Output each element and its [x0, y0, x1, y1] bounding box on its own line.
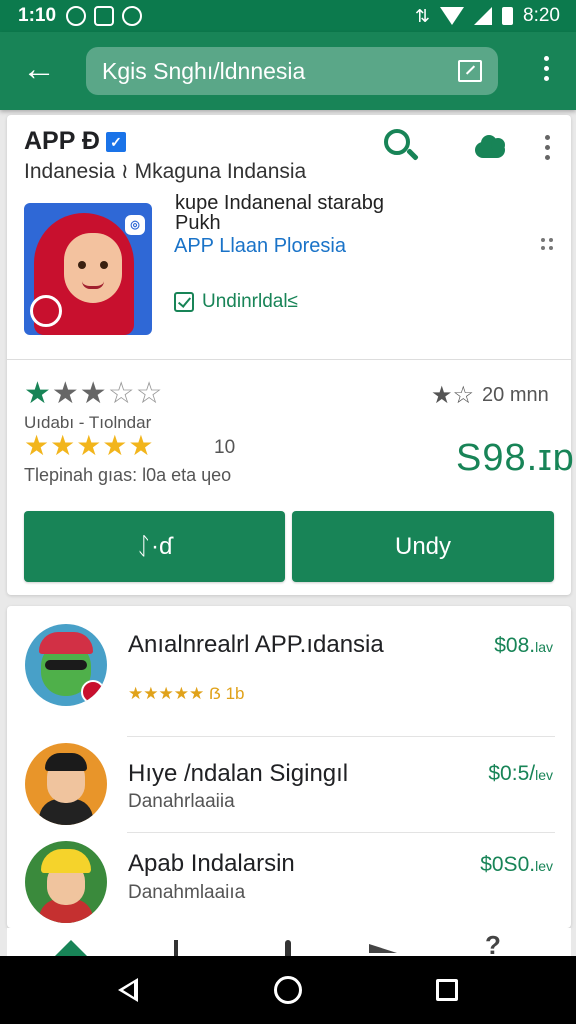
list-item-price: $0:5/lev: [488, 762, 553, 785]
list-item-price: $0S0.lev: [480, 853, 553, 876]
share-icon[interactable]: [541, 238, 553, 254]
right-rating-count: 20 mnn: [482, 384, 549, 406]
nav-home-icon[interactable]: [274, 976, 302, 1004]
home-tab-icon[interactable]: [55, 940, 87, 956]
list-item-price: $08.lav: [494, 634, 553, 657]
games-tab-icon[interactable]: [285, 940, 291, 956]
app-bar: ←: [0, 32, 576, 110]
verified-icon: ✓: [105, 131, 126, 152]
app-icon-corner-badge: ◎: [125, 215, 145, 235]
help-tab-icon[interactable]: ?: [485, 932, 511, 956]
app-details-card: APP Ð ✓ Indanesia ≀ Mkaguna Indansia ◎ k…: [7, 115, 574, 595]
avatar: [25, 743, 107, 825]
vibrate-icon: ⇅: [414, 5, 431, 26]
price: S98.ɪɒ: [456, 437, 575, 479]
search-input[interactable]: [102, 53, 442, 89]
app-icon: ◎: [24, 203, 152, 335]
notification-icon: [66, 6, 87, 26]
status-time: 1:10: [18, 5, 57, 26]
primary-action-button[interactable]: Undy: [292, 511, 554, 582]
app-title: APP Ð ✓: [24, 127, 126, 156]
bottom-tab-bar: ?: [7, 928, 571, 956]
movies-tab-icon[interactable]: [369, 944, 397, 953]
installed-status: Undinrldal≤: [174, 291, 298, 313]
star-half-icon: ★☆: [431, 382, 475, 409]
right-rating: ★☆ 20 mnn: [431, 381, 549, 410]
list-item-title: Hıye /ndalan Sigingıl: [128, 760, 349, 787]
apps-tab-icon[interactable]: [174, 940, 178, 956]
system-nav-bar: [0, 956, 576, 1024]
rating-stars-gold: ★★★★★: [24, 430, 155, 461]
rating-caption: Tlepinah gıas: l0a eta ɥeo: [24, 465, 232, 485]
status-clock: 8:20: [523, 5, 560, 26]
app-tagline: kupe Indanenal starabg Pukh: [175, 192, 385, 234]
list-item[interactable]: Hıye /ndalan Sigingıl Danahrlaaiia $0:5/…: [7, 737, 571, 832]
alert-icon: [122, 6, 143, 26]
check-box-icon: [174, 292, 194, 312]
list-item-rating: ★★★★★ ẞ 1b: [128, 684, 245, 703]
app-icon-badge: [30, 295, 62, 327]
list-item-title: Anıalnrealrl APP.ıdansia: [128, 631, 384, 658]
nav-recents-icon[interactable]: [436, 979, 458, 1001]
secondary-action-button[interactable]: ᛇ·ɗ: [24, 511, 285, 582]
wifi-icon: [440, 7, 465, 25]
arrow-left-icon[interactable]: ←: [22, 52, 58, 88]
list-item-title: Apab Indalarsin: [128, 850, 295, 877]
signal-icon: [474, 7, 493, 25]
search-bar[interactable]: [86, 47, 498, 95]
publisher-link[interactable]: APP Llaan Ploresia: [174, 235, 346, 258]
more-vert-icon[interactable]: [545, 135, 551, 165]
list-item-subtitle: Danahrlaaiia: [128, 791, 235, 812]
avatar: [25, 624, 107, 706]
search-icon[interactable]: [384, 129, 419, 163]
edit-icon[interactable]: [458, 60, 482, 82]
status-bar: 1:10 ⇅ 8:20: [0, 0, 576, 32]
avatar: [25, 841, 107, 923]
developer-line[interactable]: Indanesia ≀ Mkaguna Indansia: [24, 159, 306, 184]
list-item-subtitle: Danahmlaaiıa: [128, 882, 246, 903]
rating-count: 10: [214, 437, 236, 458]
related-apps-list: Anıalnrealrl APP.ıdansia ★★★★★ ẞ 1b $08.…: [7, 606, 571, 928]
nav-back-icon[interactable]: [118, 978, 138, 1002]
installed-label: Undinrldal≤: [202, 291, 298, 312]
battery-icon: [502, 7, 514, 25]
divider: [7, 359, 571, 360]
list-item[interactable]: Anıalnrealrl APP.ıdansia ★★★★★ ẞ 1b $08.…: [7, 606, 571, 736]
app-title-text: APP Ð: [24, 127, 100, 155]
more-vert-icon[interactable]: [544, 56, 550, 86]
cloud-icon[interactable]: [471, 133, 509, 161]
gallery-icon: [94, 6, 115, 26]
list-item[interactable]: Apab Indalarsin Danahmlaaiıa $0S0.lev: [7, 833, 571, 928]
rating-stars: ★★★☆☆: [24, 377, 164, 410]
